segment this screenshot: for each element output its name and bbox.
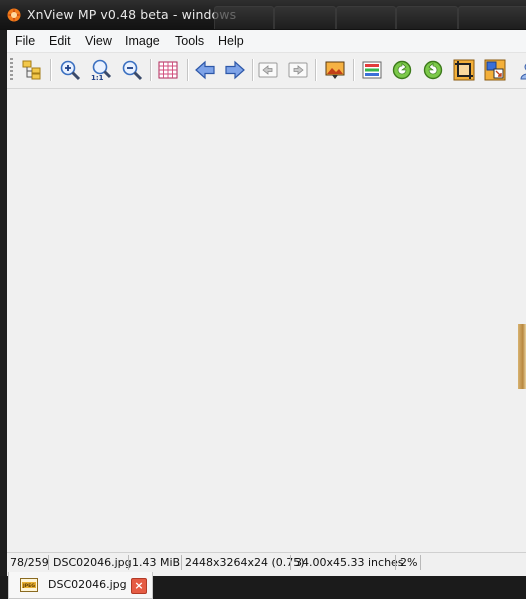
menu-image[interactable]: Image	[125, 34, 160, 48]
menu-tools[interactable]: Tools	[175, 34, 204, 48]
zoom-in-icon[interactable]	[56, 56, 84, 84]
rotate-right-icon[interactable]	[419, 56, 447, 84]
toolbar-separator	[50, 59, 52, 81]
crop-icon[interactable]	[450, 56, 478, 84]
toolbar-separator	[150, 59, 152, 81]
close-tab-button[interactable]: ×	[131, 578, 147, 594]
image-preview-edge	[518, 324, 526, 389]
title-bar: XnView MP v0.48 beta - windows	[0, 0, 526, 30]
jpeg-file-icon: JPEG	[20, 578, 38, 592]
app-logo-icon	[7, 8, 21, 22]
toolbar-grip[interactable]	[10, 58, 13, 82]
document-tab-bar: JPEG DSC02046.jpg ×	[7, 542, 526, 599]
toolbar-separator	[187, 59, 189, 81]
zoom-actual-size-icon[interactable]: 1:1	[87, 56, 115, 84]
toolbar-separator	[315, 59, 317, 81]
menu-bar: File Edit View Image Tools Help	[7, 30, 526, 53]
background-window-tabs	[212, 0, 526, 30]
menu-edit[interactable]: Edit	[49, 34, 71, 48]
more-icon[interactable]	[515, 56, 526, 84]
resize-icon[interactable]	[481, 56, 509, 84]
menu-help[interactable]: Help	[218, 34, 244, 48]
document-tab-label: DSC02046.jpg	[48, 578, 127, 591]
window-title: XnView MP v0.48 beta - windows	[27, 7, 237, 22]
app-client-area: File Edit View Image Tools Help 1:1 78/2…	[7, 30, 526, 599]
document-tab[interactable]: JPEG DSC02046.jpg ×	[8, 572, 153, 599]
slideshow-icon[interactable]	[321, 56, 349, 84]
grid-icon[interactable]	[154, 56, 182, 84]
last-page-icon[interactable]	[284, 56, 312, 84]
window-frame	[0, 30, 7, 576]
toolbar: 1:1	[7, 53, 526, 89]
next-icon[interactable]	[221, 56, 249, 84]
adjust-colors-icon[interactable]	[358, 56, 386, 84]
menu-view[interactable]: View	[85, 34, 112, 48]
menu-file[interactable]: File	[15, 34, 35, 48]
first-page-icon[interactable]	[254, 56, 282, 84]
browser-icon[interactable]	[18, 56, 46, 84]
previous-icon[interactable]	[191, 56, 219, 84]
zoom-out-icon[interactable]	[118, 56, 146, 84]
rotate-left-icon[interactable]	[388, 56, 416, 84]
svg-text:1:1: 1:1	[91, 74, 104, 81]
toolbar-separator	[353, 59, 355, 81]
svg-text:JPEG: JPEG	[22, 583, 35, 589]
image-viewer-canvas[interactable]	[7, 89, 526, 552]
